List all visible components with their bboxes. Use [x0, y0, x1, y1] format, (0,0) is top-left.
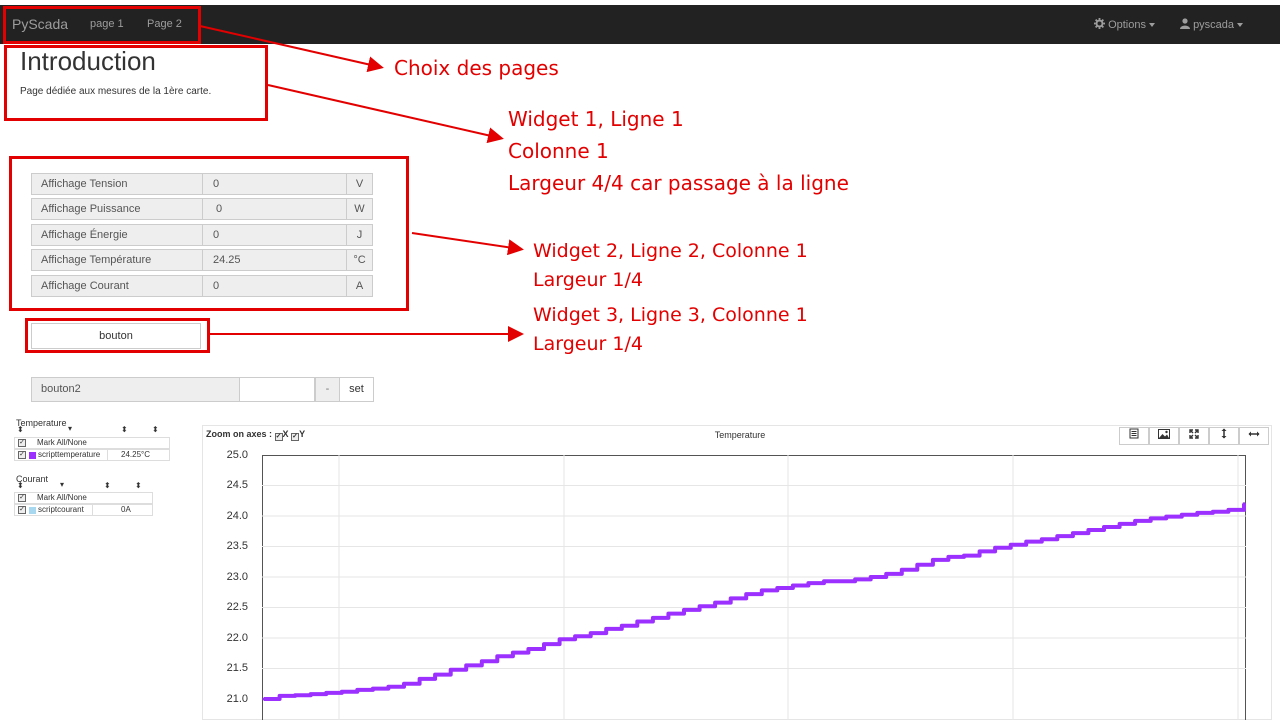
- page: { "navbar": { "brand": "PyScada", "links…: [0, 0, 1280, 720]
- arrow-widget2: [411, 232, 524, 256]
- annotation-widget2-line2: Largeur 1/4: [533, 269, 643, 291]
- annotation-widget3-line2: Largeur 1/4: [533, 333, 643, 355]
- annotation-pages: Choix des pages: [394, 56, 559, 80]
- annotation-widget1-line1: Widget 1, Ligne 1: [508, 107, 684, 131]
- annotation-widget1-line2: Colonne 1: [508, 139, 609, 163]
- arrow-pages: [199, 25, 384, 73]
- annotation-widget1-line3: Largeur 4/4 car passage à la ligne: [508, 171, 849, 195]
- annotation-widget3-line1: Widget 3, Ligne 3, Colonne 1: [533, 304, 808, 326]
- annotation-widget2-line1: Widget 2, Ligne 2, Colonne 1: [533, 240, 808, 262]
- arrow-widget1: [267, 84, 504, 144]
